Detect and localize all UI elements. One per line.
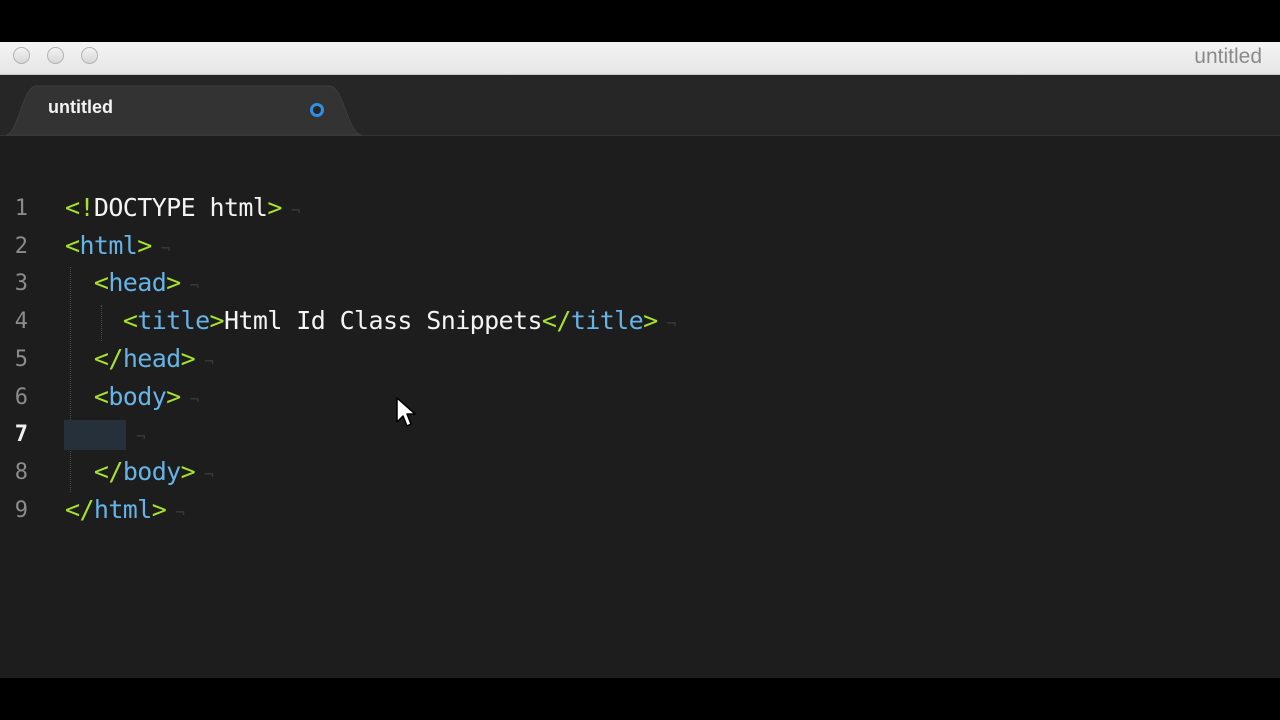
mouse-pointer-icon (396, 397, 416, 427)
code-token: DOCTYPE html (93, 193, 268, 222)
line-number: 6 (14, 384, 28, 410)
code-line[interactable]: 4 <title>Html Id Class Snippets</title> … (0, 303, 1280, 341)
code-text: <html> ¬ (65, 231, 170, 260)
line-number: 7 (14, 422, 28, 448)
line-number: 5 (14, 346, 28, 372)
code-line[interactable]: 2 <html> ¬ (0, 228, 1280, 266)
code-token: title (570, 306, 644, 336)
eol-marker-icon: ¬ (180, 389, 200, 409)
code-line[interactable]: 1 <!DOCTYPE html> ¬ (0, 190, 1280, 228)
editor-window: untitled untitled 1 <!DOCTYPE html> ¬ 2 <ht… (0, 42, 1280, 678)
code-line[interactable]: 6 <body> ¬ (0, 379, 1280, 417)
code-token: > (209, 306, 225, 336)
code-token: <! (65, 193, 95, 222)
code-token: > (151, 494, 167, 524)
code-text: <!DOCTYPE html> ¬ (65, 193, 300, 222)
code-token: body (108, 381, 167, 411)
eol-marker-icon: ¬ (195, 464, 214, 484)
code-token: head (108, 268, 167, 298)
code-token: html (79, 230, 138, 260)
code-line[interactable]: 7 ¬ (0, 416, 1280, 454)
code-token: </ (541, 306, 572, 336)
code-token: head (122, 343, 181, 373)
line-number: 2 (14, 233, 28, 259)
code-token: title (137, 306, 210, 336)
eol-marker-icon: ¬ (657, 314, 677, 334)
eol-marker-icon: ¬ (195, 351, 214, 371)
eol-marker-icon: ¬ (166, 502, 185, 522)
code-token: > (180, 456, 196, 486)
code-token: < (65, 230, 80, 260)
code-line[interactable]: 3 <head> ¬ (0, 265, 1280, 303)
line-number: 3 (14, 271, 28, 297)
tab-label[interactable]: untitled (48, 97, 113, 118)
code-token: < (122, 306, 138, 336)
line-number: 9 (14, 497, 28, 523)
code-line[interactable]: 8 </body> ¬ (0, 454, 1280, 492)
code-token: < (93, 381, 109, 411)
close-window-button[interactable] (13, 47, 30, 64)
eol-marker-icon: ¬ (151, 238, 171, 258)
zoom-window-button[interactable] (81, 47, 98, 64)
code-line[interactable]: 5 </head> ¬ (0, 341, 1280, 379)
code-token: > (137, 230, 152, 260)
code-text: <body> ¬ (65, 382, 199, 411)
minimize-window-button[interactable] (47, 47, 64, 64)
code-text: </body> ¬ (65, 456, 214, 486)
bottom-bar (0, 678, 1280, 720)
window-title: untitled (1194, 45, 1262, 68)
eol-marker-icon: ¬ (180, 276, 200, 296)
code-text: </head> ¬ (65, 343, 214, 373)
line-number: 1 (14, 196, 28, 221)
code-line[interactable]: 9 </html> ¬ (0, 492, 1280, 530)
title-bar: untitled (0, 42, 1280, 75)
code-token: > (643, 306, 658, 336)
code-token: > (166, 381, 181, 411)
eol-marker-icon: ¬ (281, 201, 301, 220)
code-text: ¬ (65, 419, 146, 448)
code-text: </html> ¬ (65, 494, 185, 524)
code-token: </ (93, 343, 124, 373)
code-token: < (93, 268, 109, 298)
code-token: Html Id Class Snippets (223, 306, 543, 336)
line-number: 8 (14, 459, 28, 485)
code-token: </ (93, 456, 124, 486)
code-text: <title>Html Id Class Snippets</title> ¬ (65, 306, 676, 335)
modified-indicator-icon[interactable] (310, 103, 324, 117)
tab-bar: untitled (0, 75, 1280, 136)
code-token: > (267, 193, 282, 222)
code-editor[interactable]: 1 <!DOCTYPE html> ¬ 2 <html> ¬ 3 <head> ¬ 4 <… (0, 147, 1280, 678)
code-token: > (180, 343, 196, 373)
code-text: <head> ¬ (65, 268, 199, 297)
eol-marker-icon: ¬ (127, 427, 146, 447)
code-token: </ (65, 494, 95, 524)
line-number: 4 (14, 309, 28, 335)
code-token: html (93, 494, 152, 524)
code-token: > (166, 268, 181, 298)
code-token: body (122, 456, 181, 486)
